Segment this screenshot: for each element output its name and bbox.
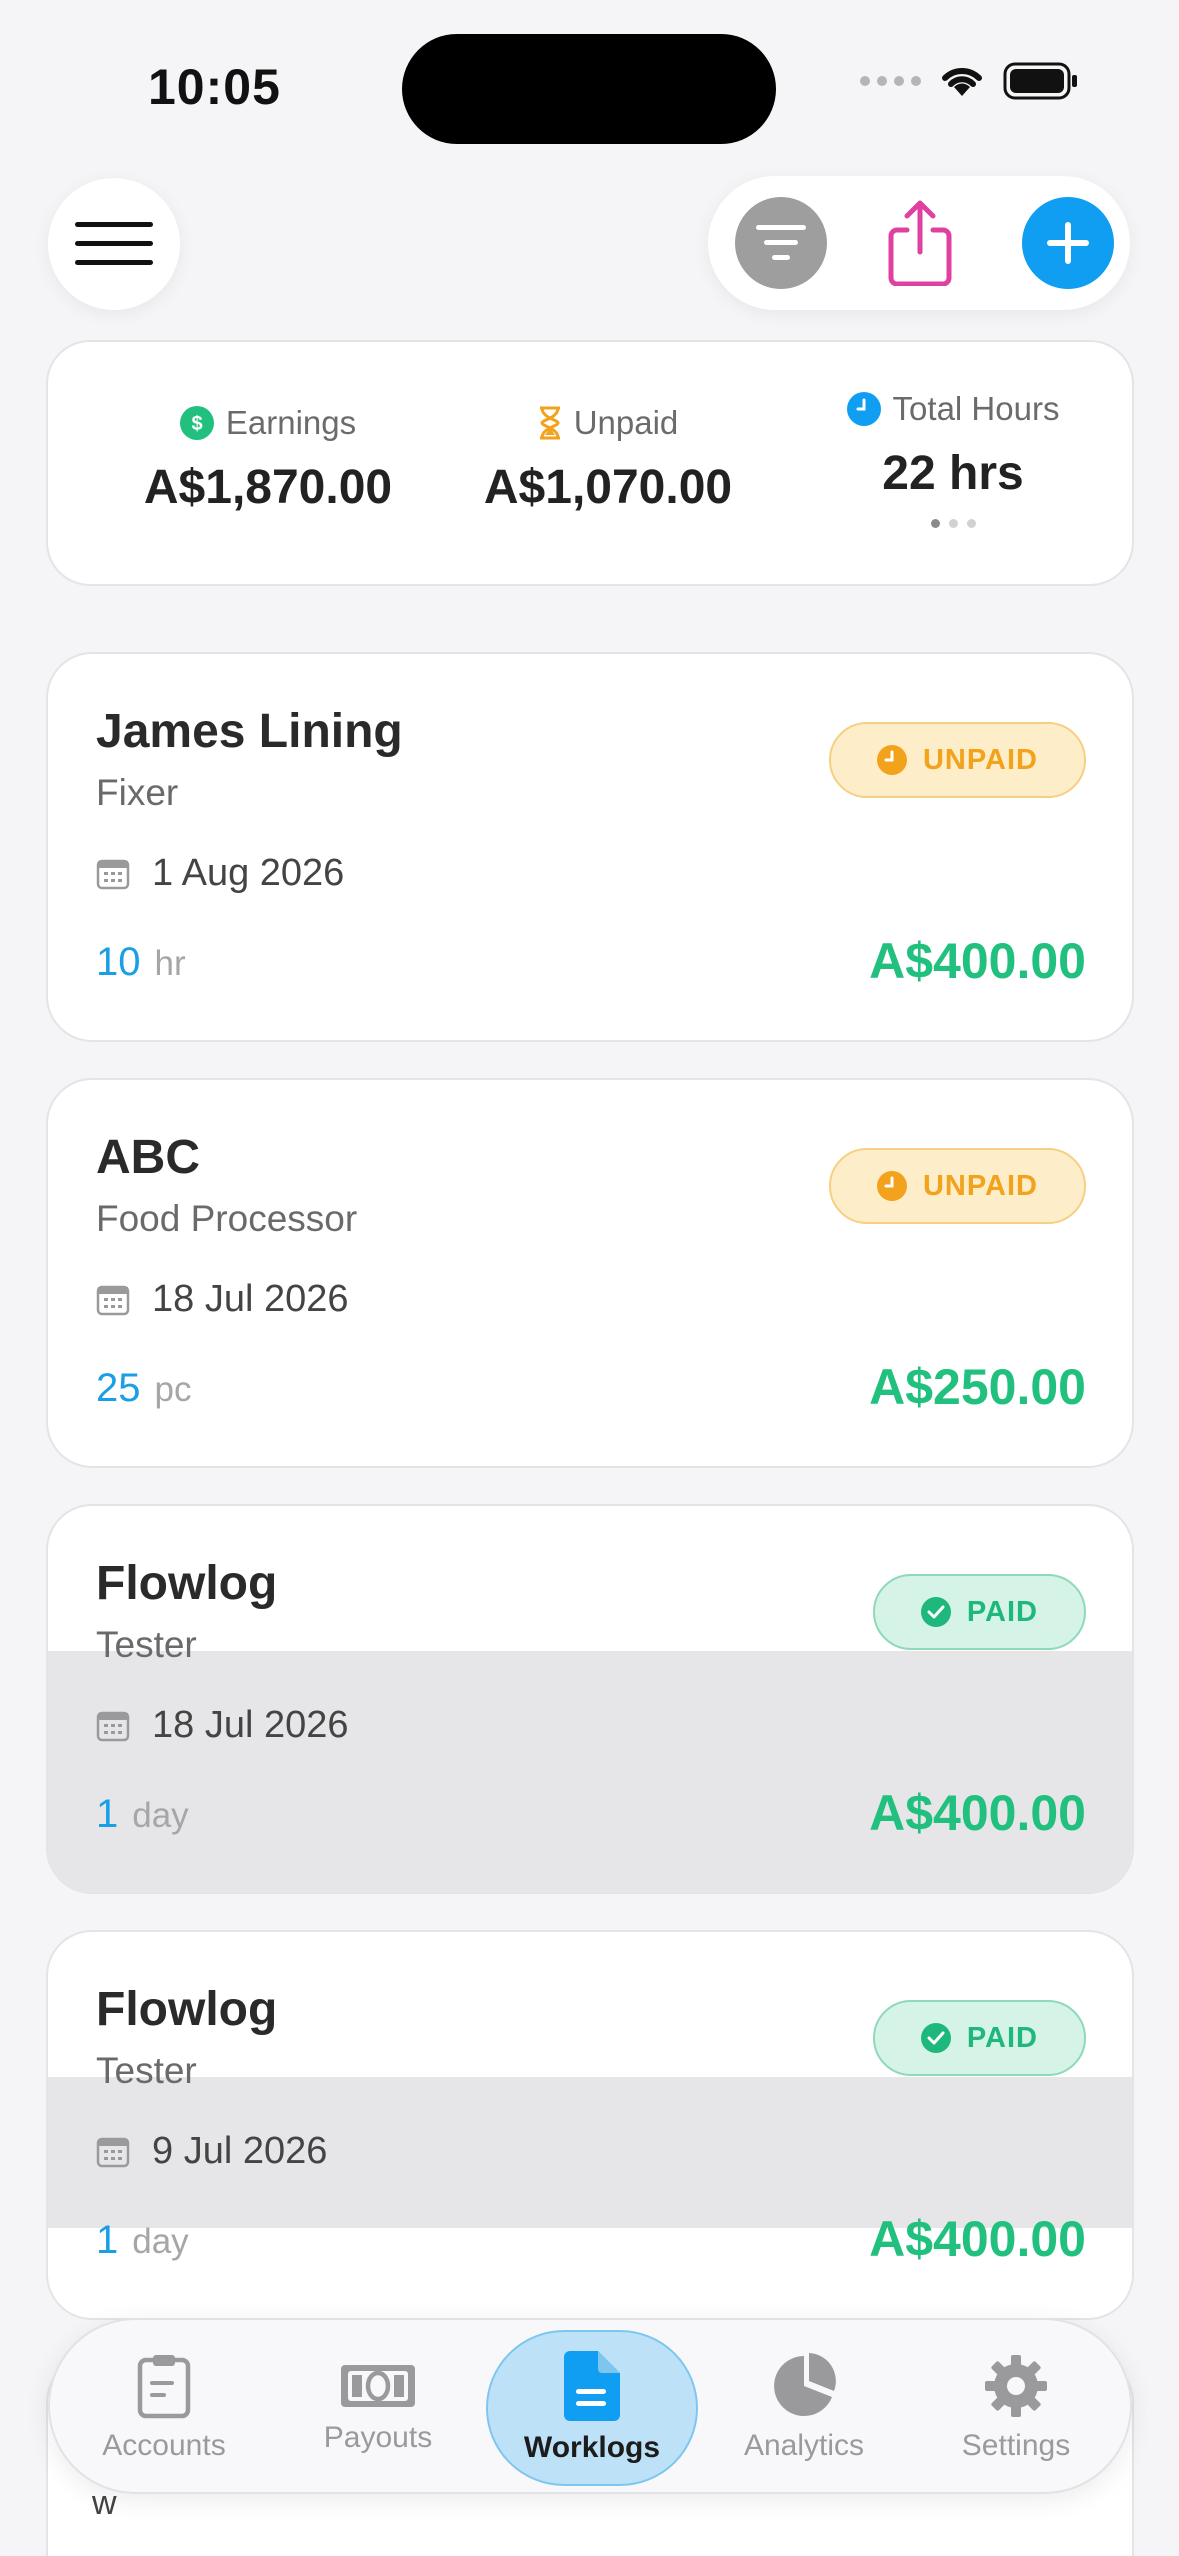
unpaid-value: A$1,070.00: [483, 461, 733, 514]
calendar-icon: [96, 1711, 130, 1741]
unpaid-stat: Unpaid A$1,070.00: [438, 404, 778, 515]
card-highlight: [48, 1651, 1132, 1892]
clipboard-icon: [137, 2355, 191, 2419]
status-time: 10:05: [148, 59, 281, 115]
dollar-icon: $: [179, 406, 214, 440]
tab-worklogs[interactable]: Worklogs: [486, 2330, 698, 2486]
gear-icon: [985, 2355, 1047, 2417]
clock-icon: [876, 1171, 907, 1201]
worklog-date: 18 Jul 2026: [96, 1278, 349, 1321]
tab-label: Payouts: [323, 2421, 433, 2454]
cellular-signal-icon: [860, 76, 921, 86]
status-badge: PAID: [872, 2000, 1086, 2076]
status-indicators: [860, 62, 1079, 100]
earnings-label: Earnings: [225, 404, 357, 441]
worklog-amount: A$250.00: [869, 1359, 1086, 1415]
worklog-subtitle: Food Processor: [96, 1198, 358, 1239]
worklog-amount: A$400.00: [869, 2211, 1086, 2267]
worklog-amount: A$400.00: [869, 933, 1086, 989]
toolbar-actions: [708, 176, 1130, 310]
worklog-title: Flowlog: [96, 1557, 278, 1610]
worklog-card[interactable]: Flowlog Tester PAID 9 Jul 2026 1 day A$4…: [46, 1930, 1134, 2320]
summary-card[interactable]: $ Earnings A$1,870.00 Unpaid A$1,070.00 …: [46, 340, 1134, 586]
tab-settings[interactable]: Settings: [916, 2320, 1116, 2496]
worklog-quantity: 1 day: [96, 2218, 189, 2262]
worklog-quantity: 10 hr: [96, 940, 186, 984]
filter-button[interactable]: [735, 197, 827, 289]
dynamic-island: [402, 34, 776, 144]
page-indicator[interactable]: [808, 519, 1098, 528]
calendar-icon: [96, 2137, 130, 2167]
hourglass-icon: [539, 406, 560, 440]
calendar-icon: [96, 859, 130, 889]
worklog-subtitle: Fixer: [96, 772, 179, 813]
worklog-date: 1 Aug 2026: [96, 852, 344, 895]
menu-button[interactable]: [48, 178, 180, 310]
calendar-icon: [96, 1285, 130, 1315]
add-button[interactable]: [1022, 197, 1114, 289]
check-circle-icon: [920, 2023, 951, 2053]
pie-chart-icon: [774, 2353, 836, 2416]
tab-bar: Accounts Payouts Worklogs Analytics Sett…: [48, 2318, 1132, 2494]
worklog-quantity: 25 pc: [96, 1366, 192, 1410]
worklog-date: 18 Jul 2026: [96, 1704, 349, 1747]
tab-label: Settings: [961, 2429, 1071, 2462]
worklog-card[interactable]: Flowlog Tester PAID 18 Jul 2026 1 day A$…: [46, 1504, 1134, 1894]
worklog-card[interactable]: ABC Food Processor UNPAID 18 Jul 2026 25…: [46, 1078, 1134, 1468]
worklog-amount: A$400.00: [869, 1785, 1086, 1841]
tab-analytics[interactable]: Analytics: [704, 2320, 904, 2496]
share-icon: [888, 200, 952, 286]
worklog-title: Flowlog: [96, 1983, 278, 2036]
worklog-subtitle: Tester: [96, 2050, 197, 2091]
worklog-title: James Lining: [96, 705, 403, 758]
clock-icon: [876, 745, 907, 775]
worklog-subtitle: Tester: [96, 1624, 197, 1665]
earnings-value: A$1,870.00: [143, 461, 393, 514]
unpaid-label: Unpaid: [573, 404, 679, 441]
total-hours-value: 22 hrs: [882, 447, 1024, 500]
wifi-icon: [942, 67, 982, 96]
svg-text:$: $: [191, 413, 202, 435]
tab-label: Accounts: [102, 2429, 226, 2462]
status-badge: UNPAID: [828, 1148, 1086, 1224]
earnings-stat: $ Earnings A$1,870.00: [88, 404, 448, 515]
plus-icon: [1047, 222, 1089, 264]
status-badge: PAID: [872, 1574, 1086, 1650]
hamburger-icon: [75, 222, 153, 265]
worklog-quantity: 1 day: [96, 1792, 189, 1836]
banknote-icon: [341, 2365, 415, 2407]
status-badge: UNPAID: [828, 722, 1086, 798]
check-circle-icon: [920, 1597, 951, 1627]
total-hours-stat: Total Hours 22 hrs: [808, 390, 1098, 528]
tab-label: Analytics: [743, 2429, 865, 2462]
worklog-date: 9 Jul 2026: [96, 2130, 327, 2173]
tab-label: Worklogs: [523, 2431, 661, 2464]
filter-icon: [756, 225, 806, 260]
tab-payouts[interactable]: Payouts: [278, 2320, 478, 2496]
tab-accounts[interactable]: Accounts: [64, 2320, 264, 2496]
worklog-card[interactable]: James Lining Fixer UNPAID 1 Aug 2026 10 …: [46, 652, 1134, 1042]
battery-icon: [1003, 62, 1077, 100]
document-icon: [564, 2351, 620, 2421]
total-hours-label: Total Hours: [892, 390, 1060, 427]
share-button[interactable]: [874, 197, 966, 289]
worklog-title: ABC: [96, 1131, 200, 1184]
clock-icon: [846, 392, 881, 426]
